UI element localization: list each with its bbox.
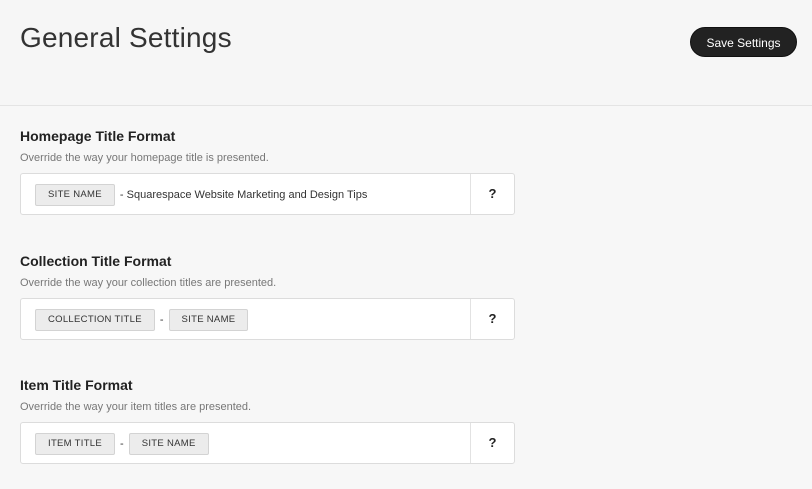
homepage-title-format-field[interactable]: SITE NAME - Squarespace Website Marketin… (20, 173, 515, 215)
help-button[interactable]: ? (470, 423, 514, 463)
separator: - (159, 314, 164, 326)
separator: - (120, 438, 124, 450)
section-description: Override the way your homepage title is … (20, 152, 269, 164)
token-list: ITEM TITLE - SITE NAME (35, 433, 209, 455)
token-list: COLLECTION TITLE - SITE NAME (35, 309, 249, 331)
homepage-title-format-section: Homepage Title Format Override the way y… (20, 127, 515, 215)
section-title: Item Title Format (20, 377, 133, 393)
token-collection-title[interactable]: COLLECTION TITLE (35, 309, 155, 331)
collection-title-format-section: Collection Title Format Override the way… (20, 252, 515, 340)
page-header: General Settings Save Settings (0, 0, 812, 106)
token-site-name[interactable]: SITE NAME (168, 309, 249, 331)
collection-title-format-field[interactable]: COLLECTION TITLE - SITE NAME ? (20, 298, 515, 340)
help-button[interactable]: ? (470, 174, 514, 214)
page-title: General Settings (20, 22, 232, 53)
token-site-name[interactable]: SITE NAME (128, 433, 209, 455)
item-title-format-section: Item Title Format Override the way your … (20, 376, 515, 464)
section-title: Collection Title Format (20, 253, 172, 269)
token-list: SITE NAME - Squarespace Website Marketin… (35, 184, 367, 206)
save-settings-button[interactable]: Save Settings (690, 27, 797, 57)
section-description: Override the way your collection titles … (20, 277, 277, 289)
item-title-format-field[interactable]: ITEM TITLE - SITE NAME ? (20, 422, 515, 464)
literal-text: - Squarespace Website Marketing and Desi… (119, 189, 368, 201)
settings-content: Homepage Title Format Override the way y… (0, 106, 812, 489)
section-title: Homepage Title Format (20, 128, 176, 144)
help-button[interactable]: ? (470, 299, 514, 339)
token-site-name[interactable]: SITE NAME (35, 184, 115, 206)
token-item-title[interactable]: ITEM TITLE (35, 433, 116, 455)
section-description: Override the way your item titles are pr… (20, 401, 252, 413)
